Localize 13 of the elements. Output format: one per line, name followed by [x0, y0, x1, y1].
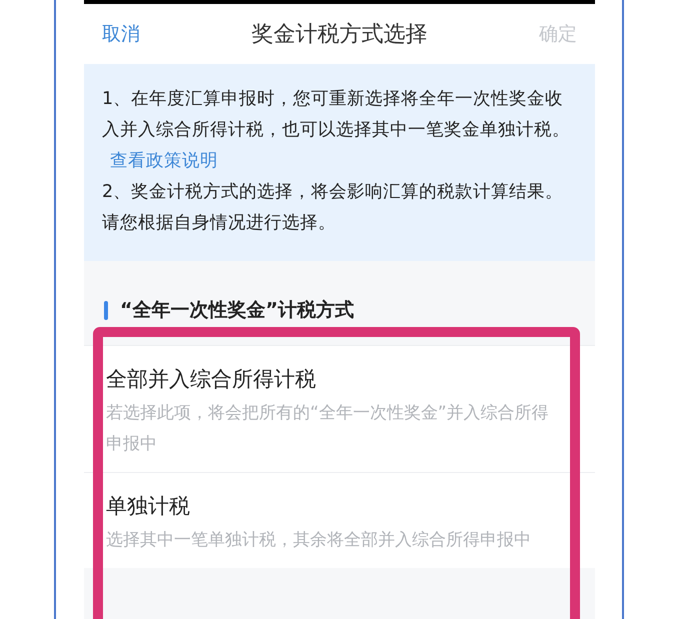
notice-text: 2、奖金计税方式的选择，将会影响汇算的税款计算结果。请您根据自身情况进行选择。 — [102, 181, 564, 235]
section-marker — [104, 300, 108, 320]
section-title: “全年一次性奖金”计税方式 — [120, 298, 354, 323]
option-item[interactable]: 单独计税 选择其中一笔单独计税，其余将全部并入综合所得申报中 — [84, 472, 595, 568]
notice-text: 1、在年度汇算申报时，您可重新选择将全年一次性奖金收入并入综合所得计税，也可以选择其中一笔奖金单独计税。 查看政策说明 — [102, 88, 571, 173]
policy-link[interactable]: 查看政策说明 — [110, 151, 218, 171]
option-item[interactable]: 全部并入综合所得计税 若选择此项，将会把所有的“全年一次性奖金”并入综合所得申报中 — [84, 345, 595, 472]
option-title: 全部并入综合所得计税 — [106, 366, 317, 393]
option-title: 单独计税 — [106, 493, 191, 520]
option-description: 若选择此项，将会把所有的“全年一次性奖金”并入综合所得申报中 — [106, 402, 550, 456]
page-title: 奖金计税方式选择 — [252, 21, 428, 49]
option-description: 选择其中一笔单独计税，其余将全部并入综合所得申报中 — [106, 529, 532, 552]
cancel-button[interactable]: 取消 — [102, 21, 140, 47]
